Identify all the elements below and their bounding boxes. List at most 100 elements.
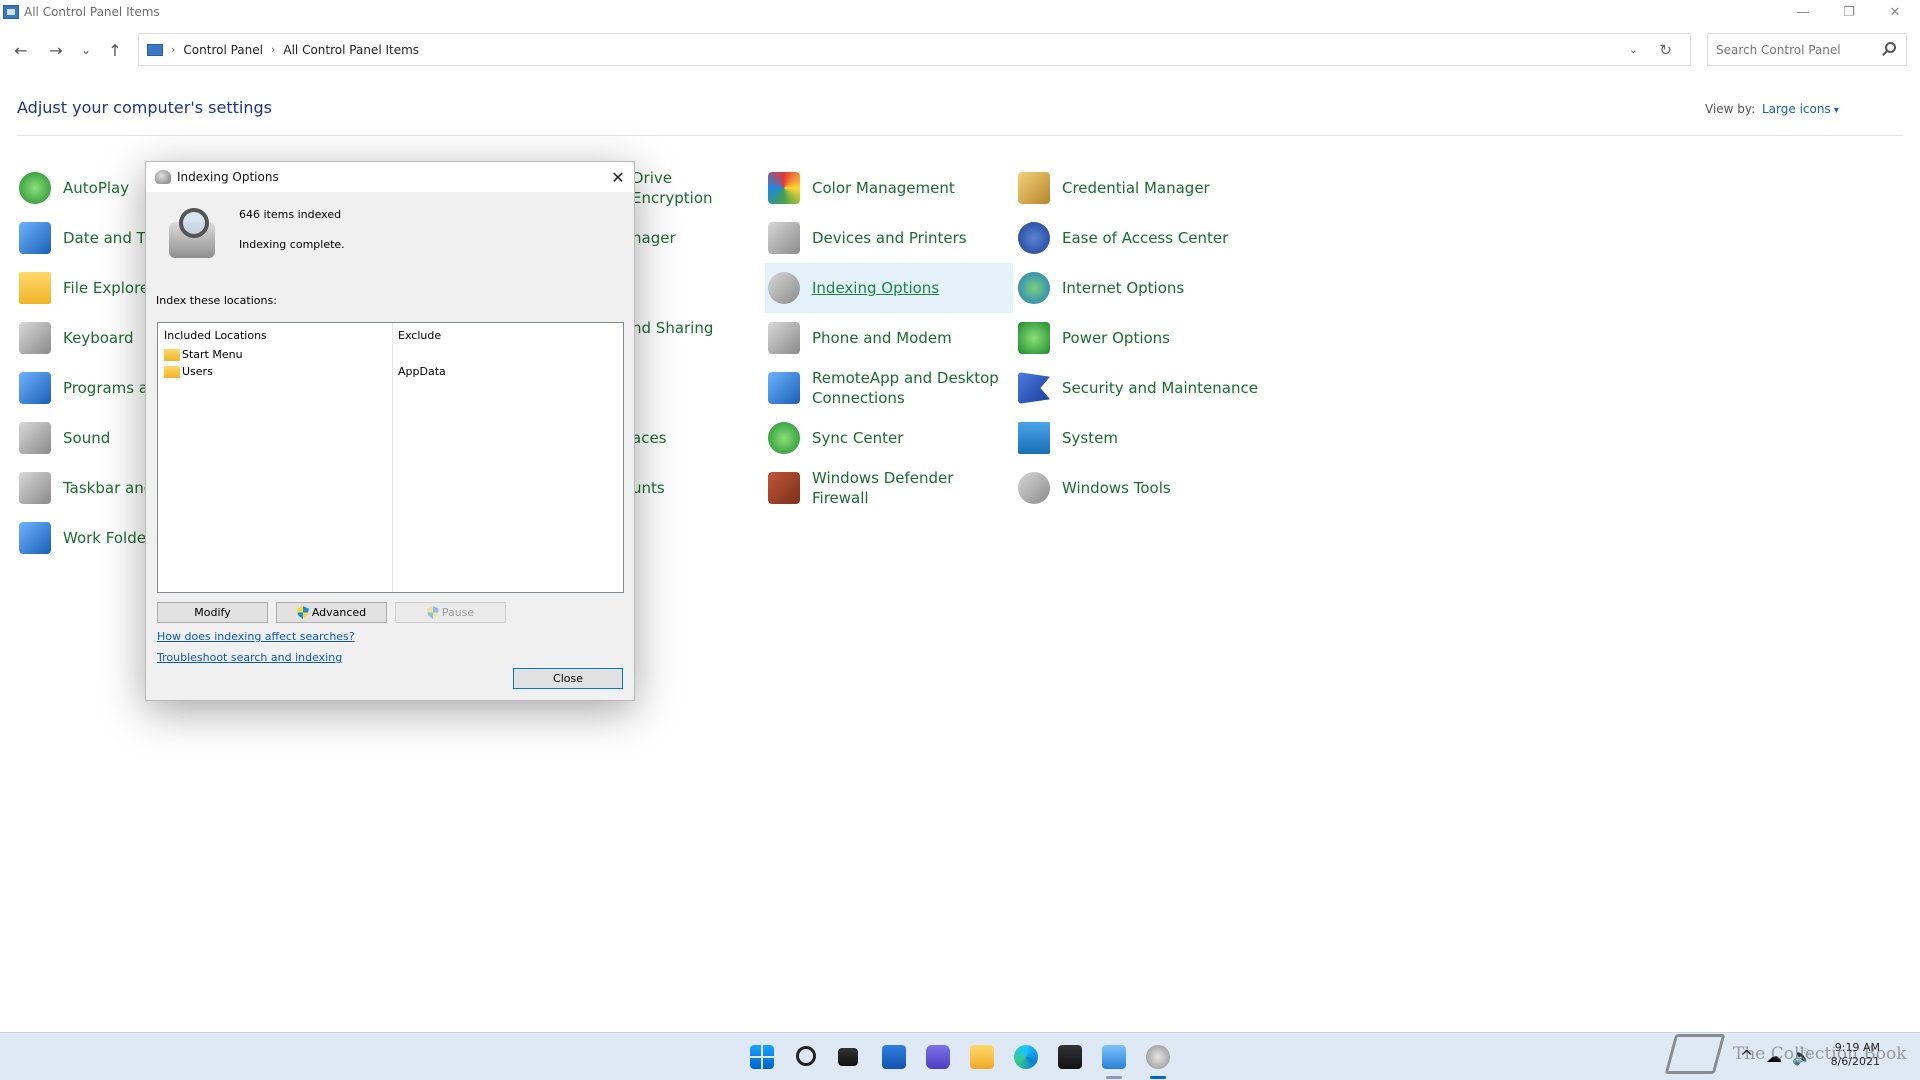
- breadcrumb-control-panel[interactable]: Control Panel: [183, 43, 263, 57]
- dialog-titlebar: Indexing Options ✕: [146, 162, 634, 192]
- minimize-button[interactable]: —: [1780, 0, 1826, 24]
- location-name: Start Menu: [182, 348, 243, 361]
- cp-item-system[interactable]: System: [1015, 413, 1263, 463]
- dialog-close-button[interactable]: Close: [513, 668, 623, 689]
- folder-icon: [164, 365, 180, 378]
- indexing-options-dialog: Indexing Options ✕ 646 items indexed Ind…: [145, 161, 635, 701]
- credential-icon: [1018, 172, 1050, 204]
- running-indicator: [1106, 1076, 1122, 1079]
- view-by-label: View by:: [1705, 102, 1756, 116]
- search-icon[interactable]: [796, 1046, 816, 1066]
- cp-item-windows-tools[interactable]: Windows Tools: [1015, 463, 1263, 513]
- search-icon[interactable]: [1885, 42, 1896, 53]
- cp-item-remoteapp[interactable]: RemoteApp and Desktop Connections: [765, 363, 1013, 413]
- dialog-close-icon[interactable]: ✕: [608, 167, 628, 187]
- address-dropdown-icon[interactable]: ⌄: [1629, 43, 1638, 56]
- firewall-icon: [768, 472, 800, 504]
- pause-button[interactable]: Pause: [395, 602, 506, 623]
- cp-item-ease-of-access[interactable]: Ease of Access Center: [1015, 213, 1263, 263]
- modify-button[interactable]: Modify: [157, 602, 268, 623]
- cp-item-indexing-options[interactable]: Indexing Options: [765, 263, 1013, 313]
- work-folders-icon: [19, 522, 51, 554]
- forward-arrow-icon[interactable]: →: [43, 37, 69, 63]
- folder-icon: [19, 272, 51, 304]
- breadcrumb-all-items[interactable]: All Control Panel Items: [283, 43, 419, 57]
- file-explorer-icon[interactable]: [970, 1045, 994, 1069]
- column-header-exclude[interactable]: Exclude: [398, 329, 441, 342]
- start-icon[interactable]: [750, 1045, 774, 1069]
- cp-item-firewall[interactable]: Windows Defender Firewall: [765, 463, 1013, 513]
- breadcrumb-separator: ›: [171, 43, 176, 56]
- locations-label: Index these locations:: [156, 294, 277, 307]
- back-arrow-icon[interactable]: ←: [8, 37, 34, 63]
- up-arrow-icon[interactable]: ↑: [102, 37, 128, 63]
- calendar-icon: [19, 222, 51, 254]
- indexing-options-taskbar-icon[interactable]: [1146, 1045, 1170, 1069]
- active-window-indicator: [1150, 1076, 1166, 1079]
- printer-icon: [768, 222, 800, 254]
- recent-locations-chevron-icon[interactable]: ⌄: [73, 37, 99, 63]
- window-title: All Control Panel Items: [24, 5, 160, 19]
- folder-icon: [164, 348, 180, 361]
- cp-item-credential-manager[interactable]: Credential Manager: [1015, 163, 1263, 213]
- location-row[interactable]: Users: [164, 365, 213, 378]
- view-by-dropdown[interactable]: Large icons: [1762, 102, 1839, 116]
- refresh-icon[interactable]: ↻: [1659, 41, 1672, 59]
- speaker-icon: [19, 422, 51, 454]
- task-view-icon[interactable]: [838, 1048, 858, 1066]
- gears-icon: [1018, 472, 1050, 504]
- power-icon: [1018, 322, 1050, 354]
- uac-shield-icon: [296, 606, 309, 619]
- items-indexed-count: 646 items indexed: [239, 208, 342, 221]
- cp-item-power-options[interactable]: Power Options: [1015, 313, 1263, 363]
- indexing-dialog-icon: [155, 170, 171, 184]
- indexing-help-link[interactable]: How does indexing affect searches?: [157, 630, 355, 643]
- phone-icon: [768, 322, 800, 354]
- window-close-button[interactable]: ✕: [1872, 0, 1918, 24]
- cp-item-color-management[interactable]: Color Management: [765, 163, 1013, 213]
- cp-item-internet-options[interactable]: Internet Options: [1015, 263, 1263, 313]
- cp-item-security-maintenance[interactable]: Security and Maintenance: [1015, 363, 1275, 413]
- address-bar[interactable]: › Control Panel › All Control Panel Item…: [138, 33, 1691, 66]
- programs-icon: [19, 372, 51, 404]
- locations-list[interactable]: Included Locations Exclude Start Menu Us…: [157, 322, 624, 593]
- cp-item-devices-printers[interactable]: Devices and Printers: [765, 213, 1013, 263]
- troubleshoot-link[interactable]: Troubleshoot search and indexing: [157, 651, 342, 664]
- store-icon[interactable]: [1058, 1045, 1082, 1069]
- remoteapp-icon: [768, 372, 800, 404]
- location-exclude: AppData: [398, 365, 446, 378]
- search-box[interactable]: [1707, 33, 1907, 66]
- taskbar: ^ ☁ 🔊 9:19 AM 8/6/2021: [0, 1032, 1920, 1080]
- indexing-icon: [768, 272, 800, 304]
- cp-item-phone-modem[interactable]: Phone and Modem: [765, 313, 1013, 363]
- control-panel-crumb-icon: [147, 43, 163, 56]
- control-panel-taskbar-icon[interactable]: [1102, 1045, 1126, 1069]
- window-titlebar: All Control Panel Items: [0, 0, 1920, 24]
- flag-icon: [1018, 372, 1050, 404]
- control-panel-icon: [3, 5, 19, 19]
- chat-icon[interactable]: [926, 1045, 950, 1069]
- indexing-drive-icon: [169, 208, 215, 258]
- indexing-status: Indexing complete.: [239, 238, 345, 251]
- taskbar-icon: [19, 472, 51, 504]
- watermark-text: The Collection Book: [1733, 1044, 1907, 1064]
- sync-icon: [768, 422, 800, 454]
- accessibility-icon: [1018, 222, 1050, 254]
- widgets-icon[interactable]: [882, 1045, 906, 1069]
- column-divider: [392, 323, 393, 592]
- advanced-button[interactable]: Advanced: [276, 602, 387, 623]
- header-divider: [17, 135, 1903, 136]
- edge-browser-icon[interactable]: [1014, 1045, 1038, 1069]
- dialog-title: Indexing Options: [177, 170, 279, 184]
- keyboard-icon: [19, 322, 51, 354]
- autoplay-icon: [19, 172, 51, 204]
- location-row[interactable]: Start Menu: [164, 348, 243, 361]
- internet-icon: [1018, 272, 1050, 304]
- restore-button[interactable]: ❐: [1826, 0, 1872, 24]
- monitor-icon: [1018, 422, 1050, 454]
- cp-item-sync-center[interactable]: Sync Center: [765, 413, 1013, 463]
- search-input[interactable]: [1716, 42, 1876, 57]
- navigation-bar: ← → ⌄ ↑ › Control Panel › All Control Pa…: [0, 33, 1920, 67]
- column-header-included[interactable]: Included Locations: [164, 329, 267, 342]
- color-icon: [768, 172, 800, 204]
